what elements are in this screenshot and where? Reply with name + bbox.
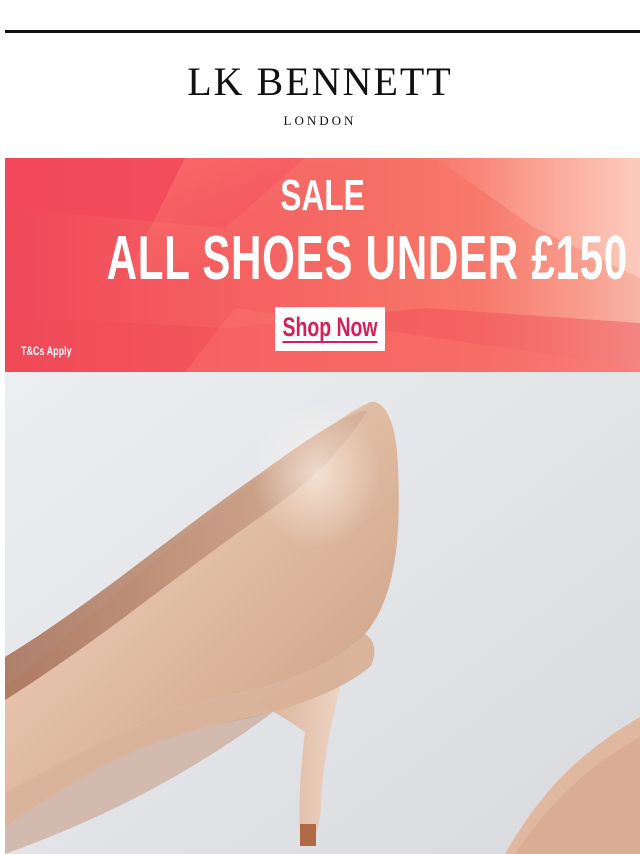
- brand-logo[interactable]: LK BENNETT LONDON: [0, 59, 640, 128]
- product-image[interactable]: [5, 372, 640, 854]
- shop-now-label: Shop Now: [282, 312, 378, 343]
- sale-banner[interactable]: SALE ALL SHOES UNDER £150 Shop Now T&Cs …: [5, 158, 640, 372]
- email-page: LK BENNETT LONDON SALE ALL SHOES UNDER £…: [0, 0, 640, 854]
- shoe-photo: [5, 372, 640, 854]
- sale-headline: ALL SHOES UNDER £150: [106, 224, 628, 293]
- brand-name: LK BENNETT: [187, 59, 453, 104]
- terms-link[interactable]: T&Cs Apply: [21, 344, 72, 358]
- brand-subtitle: LONDON: [283, 113, 357, 128]
- shop-now-button[interactable]: Shop Now: [275, 307, 385, 351]
- sale-title: SALE: [280, 171, 365, 220]
- top-divider: [5, 30, 640, 33]
